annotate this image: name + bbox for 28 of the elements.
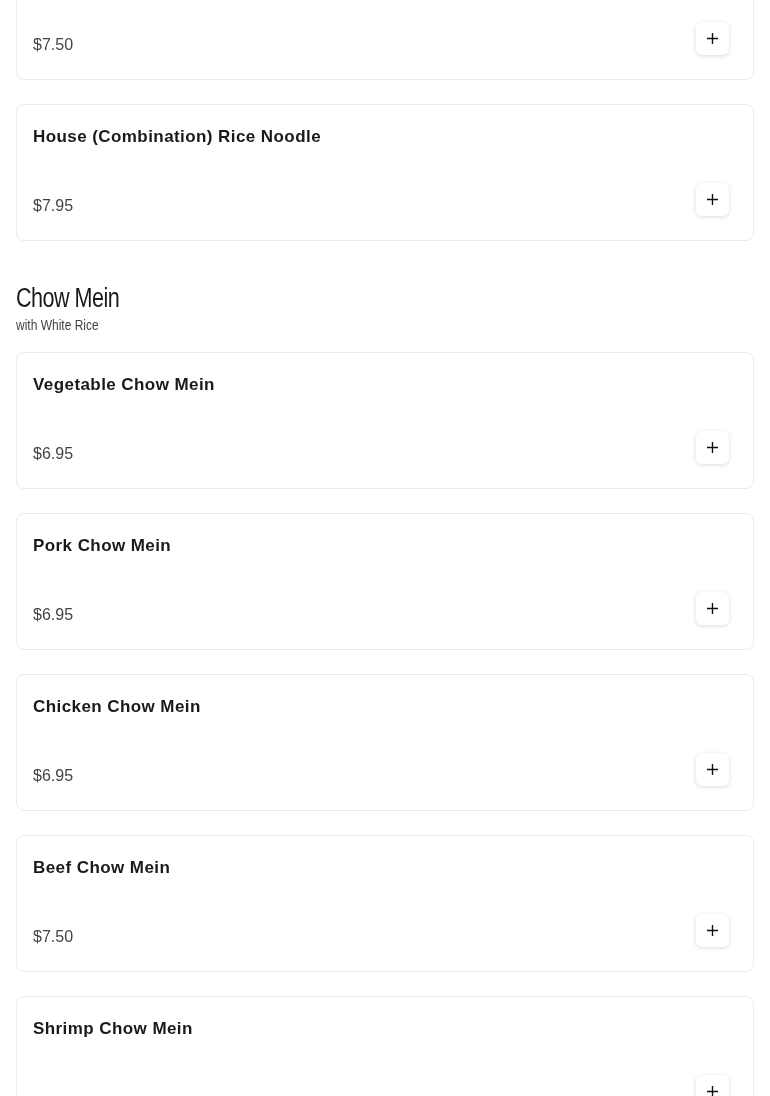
- item-price: $6.95: [33, 605, 74, 625]
- menu-item-card[interactable]: Vegetable Chow Mein $6.95: [16, 352, 754, 489]
- menu-item-card[interactable]: Beef Chow Mein $7.50: [16, 835, 754, 972]
- plus-icon: [707, 194, 718, 205]
- item-name: Vegetable Chow Mein: [33, 375, 215, 394]
- section-title: Chow Mein: [16, 282, 121, 315]
- menu-item-card[interactable]: Chicken Chow Mein $6.95: [16, 674, 754, 811]
- item-price: $6.95: [33, 444, 74, 464]
- item-price: $7.50: [33, 35, 74, 55]
- menu-item-card[interactable]: Shrimp Chow Mein: [16, 996, 754, 1096]
- item-name: House (Combination) Rice Noodle: [33, 127, 321, 146]
- menu-item-card[interactable]: $7.50: [16, 0, 754, 80]
- menu-item-card[interactable]: House (Combination) Rice Noodle $7.95: [16, 104, 754, 241]
- menu-item-card[interactable]: Pork Chow Mein $6.95: [16, 513, 754, 650]
- plus-icon: [707, 33, 718, 44]
- plus-icon: [707, 764, 718, 775]
- plus-icon: [707, 925, 718, 936]
- plus-icon: [707, 603, 718, 614]
- plus-icon: [707, 1086, 718, 1096]
- item-name: Pork Chow Mein: [33, 536, 172, 555]
- item-name: Beef Chow Mein: [33, 858, 171, 877]
- section-subtitle: with White Rice: [16, 315, 100, 335]
- plus-icon: [707, 442, 718, 453]
- item-name: Shrimp Chow Mein: [33, 1019, 193, 1038]
- item-price: $7.50: [33, 927, 74, 947]
- item-price: $6.95: [33, 766, 74, 786]
- item-name: Chicken Chow Mein: [33, 697, 201, 716]
- item-price: $7.95: [33, 196, 74, 216]
